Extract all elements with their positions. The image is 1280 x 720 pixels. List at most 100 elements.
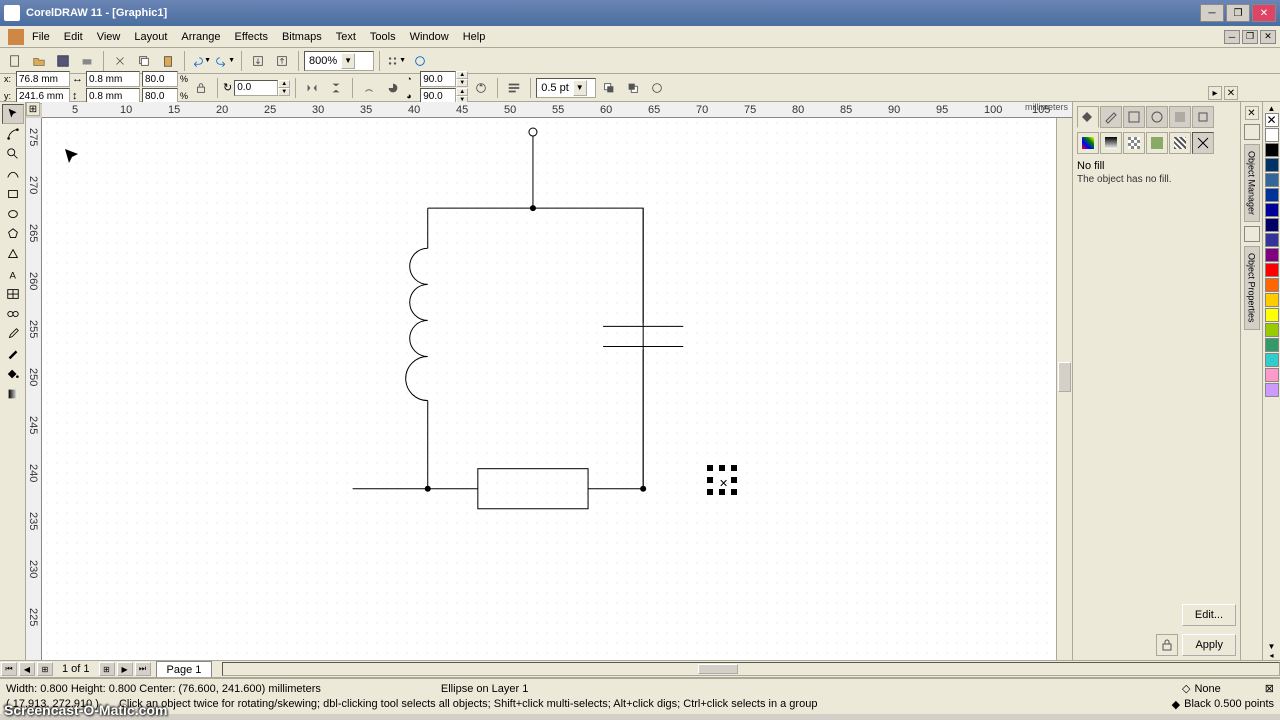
- close-button[interactable]: ✕: [1252, 4, 1276, 22]
- fill-uniform[interactable]: [1077, 132, 1099, 154]
- mdi-close[interactable]: ✕: [1260, 30, 1276, 44]
- rectangle-tool[interactable]: [2, 184, 24, 204]
- menu-effects[interactable]: Effects: [235, 31, 268, 43]
- mdi-minimize[interactable]: ─: [1224, 30, 1240, 44]
- docker-tab-object-manager[interactable]: Object Manager: [1244, 144, 1260, 222]
- color-swatch[interactable]: [1265, 338, 1279, 352]
- palette-flyout[interactable]: ◂: [1263, 651, 1280, 660]
- zoom-tool[interactable]: [2, 144, 24, 164]
- color-swatch[interactable]: [1265, 248, 1279, 262]
- cut-button[interactable]: [109, 50, 131, 72]
- import-button[interactable]: [247, 50, 269, 72]
- selection-handles[interactable]: ✕: [710, 468, 734, 492]
- eyedropper-tool[interactable]: [2, 324, 24, 344]
- docker-tab-4[interactable]: [1146, 106, 1168, 128]
- lock-button[interactable]: [1156, 634, 1178, 656]
- undo-button[interactable]: ▼: [190, 50, 212, 72]
- menu-file[interactable]: File: [32, 31, 50, 43]
- outline-width-combo[interactable]: 0.5 pt▼: [536, 78, 596, 98]
- export-button[interactable]: [271, 50, 293, 72]
- app-launcher-button[interactable]: ▼: [385, 50, 407, 72]
- docker-tab-6[interactable]: [1192, 106, 1214, 128]
- mdi-restore[interactable]: ❐: [1242, 30, 1258, 44]
- zoom-combo[interactable]: 800%▼: [304, 51, 374, 71]
- table-tool[interactable]: [2, 284, 24, 304]
- color-swatch[interactable]: [1265, 308, 1279, 322]
- drawing-canvas[interactable]: ✕: [42, 118, 1056, 660]
- vertical-ruler[interactable]: 275270265260255250245240235230225: [26, 118, 42, 660]
- page-next[interactable]: ▶: [117, 662, 133, 676]
- palette-up[interactable]: ▲: [1263, 104, 1280, 113]
- color-swatch[interactable]: [1265, 158, 1279, 172]
- fill-postscript[interactable]: [1169, 132, 1191, 154]
- polygon-tool[interactable]: [2, 224, 24, 244]
- color-swatch[interactable]: [1265, 218, 1279, 232]
- page-first[interactable]: ⏮: [1, 662, 17, 676]
- swatch-none[interactable]: [1265, 113, 1279, 127]
- horizontal-scrollbar[interactable]: [222, 662, 1280, 676]
- direction-button[interactable]: [470, 77, 492, 99]
- fill-none[interactable]: [1192, 132, 1214, 154]
- shape-tool[interactable]: [2, 124, 24, 144]
- minimize-button[interactable]: ─: [1200, 4, 1224, 22]
- docker-tab-3[interactable]: [1123, 106, 1145, 128]
- docker-close[interactable]: ✕: [1224, 86, 1238, 100]
- color-swatch[interactable]: [1265, 188, 1279, 202]
- docker-tab-outline[interactable]: [1100, 106, 1122, 128]
- docker-expand[interactable]: ▸: [1208, 86, 1222, 100]
- page-last[interactable]: ⏭: [135, 662, 151, 676]
- color-swatch[interactable]: [1265, 353, 1279, 367]
- color-swatch[interactable]: [1265, 293, 1279, 307]
- fill-fountain[interactable]: [1100, 132, 1122, 154]
- menu-tools[interactable]: Tools: [370, 31, 396, 43]
- freehand-tool[interactable]: [2, 164, 24, 184]
- copy-button[interactable]: [133, 50, 155, 72]
- maximize-button[interactable]: ❐: [1226, 4, 1250, 22]
- docker-icon-2[interactable]: [1244, 226, 1260, 242]
- page-prev[interactable]: ◀: [19, 662, 35, 676]
- color-swatch[interactable]: [1265, 203, 1279, 217]
- menu-window[interactable]: Window: [410, 31, 449, 43]
- mirror-h-button[interactable]: [301, 77, 323, 99]
- edit-button[interactable]: Edit...: [1182, 604, 1236, 626]
- color-swatch[interactable]: [1265, 263, 1279, 277]
- outline-tool[interactable]: [2, 344, 24, 364]
- paste-button[interactable]: [157, 50, 179, 72]
- ellipse-tool[interactable]: [2, 204, 24, 224]
- pick-tool[interactable]: [2, 104, 24, 124]
- interactive-fill-tool[interactable]: [2, 384, 24, 404]
- color-swatch[interactable]: [1265, 383, 1279, 397]
- menu-bitmaps[interactable]: Bitmaps: [282, 31, 322, 43]
- object-x-field[interactable]: [16, 71, 70, 87]
- vertical-scrollbar[interactable]: [1056, 118, 1072, 660]
- docker-tab-object-properties[interactable]: Object Properties: [1244, 246, 1260, 330]
- page-add-before[interactable]: ⊞: [37, 662, 53, 676]
- color-swatch[interactable]: [1265, 233, 1279, 247]
- basic-shapes-tool[interactable]: [2, 244, 24, 264]
- corel-online-button[interactable]: [409, 50, 431, 72]
- color-swatch[interactable]: [1265, 128, 1279, 142]
- fill-tool[interactable]: [2, 364, 24, 384]
- palette-down[interactable]: ▼: [1263, 642, 1280, 651]
- menu-text[interactable]: Text: [336, 31, 356, 43]
- color-swatch[interactable]: [1265, 173, 1279, 187]
- print-button[interactable]: [76, 50, 98, 72]
- docker-strip-close[interactable]: ✕: [1245, 106, 1259, 120]
- interactive-blend-tool[interactable]: [2, 304, 24, 324]
- docker-tab-5[interactable]: [1169, 106, 1191, 128]
- fill-pattern[interactable]: [1123, 132, 1145, 154]
- color-swatch[interactable]: [1265, 278, 1279, 292]
- redo-button[interactable]: ▼: [214, 50, 236, 72]
- color-swatch[interactable]: [1265, 323, 1279, 337]
- wrap-text-button[interactable]: [503, 77, 525, 99]
- mirror-v-button[interactable]: [325, 77, 347, 99]
- to-back-button[interactable]: [622, 77, 644, 99]
- page-tab-1[interactable]: Page 1: [156, 661, 213, 677]
- docker-icon-1[interactable]: [1244, 124, 1260, 140]
- scale-x-field[interactable]: [142, 71, 178, 87]
- fill-texture[interactable]: [1146, 132, 1168, 154]
- open-button[interactable]: [28, 50, 50, 72]
- lock-ratio-button[interactable]: [190, 77, 212, 99]
- menu-arrange[interactable]: Arrange: [181, 31, 220, 43]
- text-tool[interactable]: A: [2, 264, 24, 284]
